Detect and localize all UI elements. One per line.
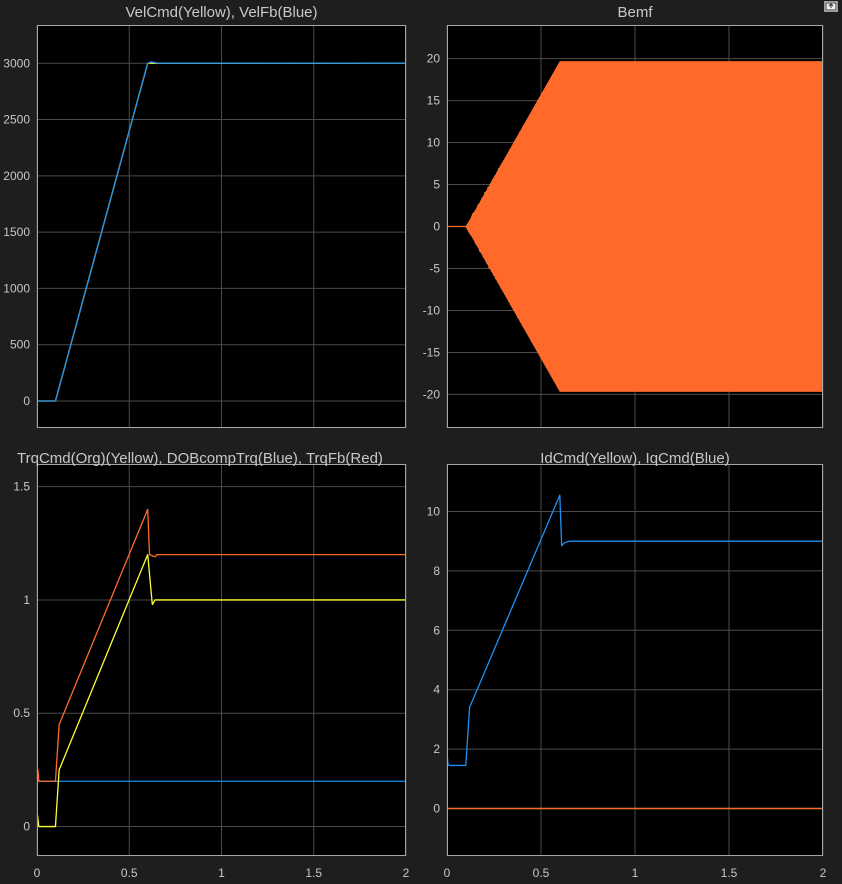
y-tick-label: -20 bbox=[423, 387, 441, 401]
y-tick-label: -5 bbox=[429, 261, 440, 275]
x-tick-label: 2 bbox=[820, 866, 827, 880]
figure-canvas: 050010001500200025003000VelCmd(Yellow), … bbox=[3, 4, 827, 880]
y-tick-label: 4 bbox=[433, 683, 440, 697]
y-tick-label: 3000 bbox=[3, 56, 30, 70]
axes-bemf[interactable]: -20 -15 -10 -5 0 5 10 15 20 Bemf bbox=[423, 4, 824, 428]
chart-title: Bemf bbox=[617, 4, 653, 21]
x-tick-label: 0 bbox=[34, 866, 41, 880]
export-axes-button[interactable] bbox=[824, 1, 838, 12]
axes-trq[interactable]: 0 0.5 1 1.5 0 0.5 1 1.5 2 TrqCmd(Org)(Yellow), DO… bbox=[13, 450, 409, 880]
axes-idq[interactable]: 0 2 4 6 8 10 0 0.5 1 1.5 2 IdCmd(Yellow), IqCmd(Blu… bbox=[427, 450, 827, 880]
y-tick-label: 8 bbox=[433, 564, 440, 578]
axes-vel[interactable]: 0 500 1000 1500 2000 2500 3000 VelCmd(Yellow), … bbox=[3, 4, 407, 428]
x-tick-label: 1 bbox=[632, 866, 639, 880]
x-tick-label: 1.5 bbox=[721, 866, 738, 880]
x-tick-label: 0 bbox=[444, 866, 451, 880]
y-tick-label: 2000 bbox=[3, 169, 30, 183]
y-tick-label: -15 bbox=[423, 345, 441, 359]
chart-title: VelCmd(Yellow), VelFb(Blue) bbox=[125, 4, 317, 21]
export-axes-icon bbox=[825, 2, 837, 11]
x-tick-label: 1 bbox=[218, 866, 225, 880]
y-tick-label: 0 bbox=[23, 820, 30, 834]
y-tick-label: 10 bbox=[427, 136, 441, 150]
x-tick-label: 2 bbox=[403, 866, 410, 880]
y-tick-label: 2 bbox=[433, 742, 440, 756]
x-tick-label: 0.5 bbox=[533, 866, 550, 880]
y-tick-label: -10 bbox=[423, 303, 441, 317]
y-tick-label: 1000 bbox=[3, 281, 30, 295]
y-tick-label: 0 bbox=[433, 801, 440, 815]
y-tick-label: 20 bbox=[427, 52, 441, 66]
y-tick-label: 0.5 bbox=[13, 706, 30, 720]
x-tick-label: 1.5 bbox=[305, 866, 322, 880]
y-tick-label: 1 bbox=[23, 593, 30, 607]
y-tick-label: 2500 bbox=[3, 113, 30, 127]
y-tick-label: 10 bbox=[427, 505, 441, 519]
y-tick-label: 6 bbox=[433, 623, 440, 637]
y-tick-label: 0 bbox=[433, 220, 440, 234]
y-tick-label: 1.5 bbox=[13, 480, 30, 494]
chart-title: IdCmd(Yellow), IqCmd(Blue) bbox=[540, 450, 730, 467]
y-tick-label: 15 bbox=[427, 94, 441, 108]
x-tick-label: 0.5 bbox=[121, 866, 138, 880]
chart-title: TrqCmd(Org)(Yellow), DOBcompTrq(Blue), T… bbox=[17, 450, 383, 467]
y-tick-label: 500 bbox=[10, 338, 30, 352]
y-tick-label: 0 bbox=[23, 394, 30, 408]
y-tick-label: 1500 bbox=[3, 225, 30, 239]
y-tick-label: 5 bbox=[433, 178, 440, 192]
